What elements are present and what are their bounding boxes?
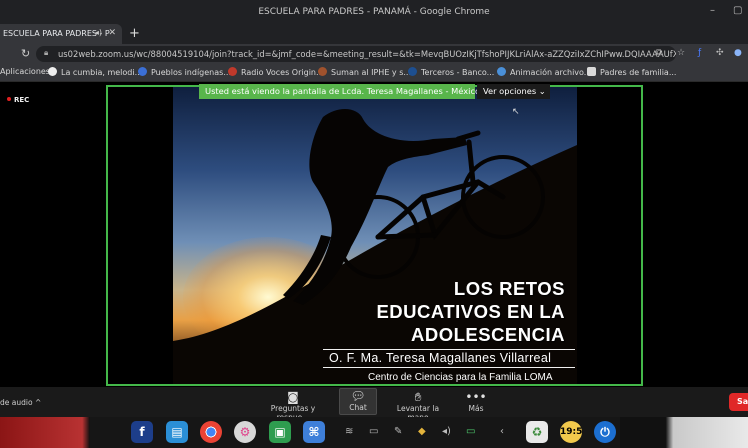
window-title: ESCUELA PARA PADRES - PANAMÁ - Google Ch…: [258, 7, 490, 17]
presentation-slide: LOS RETOS EDUCATIVOS EN LA ADOLESCENCIA …: [173, 87, 577, 384]
settings-gear-icon[interactable]: ⚙: [234, 421, 256, 443]
puzzle-icon[interactable]: ✣: [716, 48, 724, 58]
bookmark-item[interactable]: Pueblos indígenas...: [138, 67, 231, 77]
chevron-up-icon: ^: [34, 398, 42, 407]
bookmark-item[interactable]: Radio Voces Origin...: [228, 67, 324, 77]
trash-icon[interactable]: ♻: [526, 421, 548, 443]
bookmark-favicon-icon: [587, 67, 596, 76]
slide-divider: [323, 349, 575, 350]
chevron-down-icon: ⌄: [538, 86, 546, 96]
translate-icon[interactable]: ⧉: [656, 48, 662, 58]
camera-icon: ◙: [287, 390, 299, 404]
extension-f-icon[interactable]: ƒ: [698, 48, 701, 58]
clock-widget[interactable]: 19:5: [560, 421, 582, 443]
leave-button[interactable]: Sal: [729, 393, 748, 411]
speaker-icon[interactable]: ◂): [95, 28, 102, 37]
bookmark-item[interactable]: Animación archivo...: [497, 67, 591, 77]
bookmark-favicon-icon: [138, 67, 147, 76]
fedora-icon[interactable]: f: [131, 421, 153, 443]
chip-icon[interactable]: ⌘: [303, 421, 325, 443]
window-titlebar: ESCUELA PARA PADRES - PANAMÁ - Google Ch…: [0, 0, 748, 24]
slide-title-line-1: LOS RETOS: [453, 278, 565, 299]
bookmark-item[interactable]: Terceros - Banco...: [408, 67, 494, 77]
view-options-button[interactable]: Ver opciones ⌄: [477, 84, 550, 99]
chat-button[interactable]: 💬︎ Chat: [339, 388, 377, 415]
bookmark-favicon-icon: [318, 67, 327, 76]
screen-share-banner: Usted está viendo la pantalla de Lcda. T…: [199, 84, 480, 99]
window-icon[interactable]: ▭: [369, 426, 378, 437]
more-button[interactable]: ••• Más: [462, 390, 490, 413]
pen-icon[interactable]: ✎: [394, 426, 402, 437]
reload-icon[interactable]: ↻: [21, 47, 30, 60]
hand-icon: ✋︎: [414, 390, 422, 404]
power-icon[interactable]: ⏻: [594, 421, 616, 443]
mouse-cursor-icon: ↖: [512, 107, 520, 117]
tab-label: ESCUELA PARA PADRES - P: [3, 29, 110, 38]
address-url: us02web.zoom.us/wc/88004519104/join?trac…: [58, 49, 676, 59]
slide-author: O. F. Ma. Teresa Magallanes Villarreal: [329, 351, 552, 365]
bookmark-favicon-icon: [48, 67, 57, 76]
audio-menu[interactable]: de audio ^: [0, 398, 41, 407]
os-taskbar: f ▤ ⚙ ▣ ⌘ ≋ ▭ ✎ ◆ ◂) ▭ ‹ ♻ 19:5 ⏻: [0, 417, 748, 448]
bookmark-apps[interactable]: Aplicaciones: [0, 67, 50, 76]
meeting-controls: de audio ^ ◙ Preguntas y respue... 💬︎ Ch…: [0, 387, 748, 422]
slide-title-line-2: EDUCATIVOS EN LA: [376, 301, 565, 322]
slide-organization: Centro de Ciencias para la Familia LOMA: [368, 372, 553, 383]
wifi-icon[interactable]: ≋: [345, 426, 353, 437]
meeting-stage: REC LOS RETOS EDUCATIVOS EN LA ADOLESCEN…: [0, 82, 748, 387]
bookmark-item[interactable]: Suman al IPHE y s...: [318, 67, 411, 77]
shared-screen: LOS RETOS EDUCATIVOS EN LA ADOLESCENCIA …: [106, 85, 643, 386]
bookmarks-bar: Aplicaciones La cumbia, melodi... Pueblo…: [0, 64, 748, 82]
battery-icon[interactable]: ▭: [466, 426, 475, 437]
browser-toolbar: ↻ 🔒︎ us02web.zoom.us/wc/88004519104/join…: [0, 44, 748, 64]
bookmark-star-icon[interactable]: ☆: [677, 48, 685, 58]
chrome-icon[interactable]: [200, 421, 222, 443]
lock-icon: 🔒︎: [44, 48, 49, 57]
browser-tab[interactable]: ESCUELA PARA PADRES - P ◂) ✕: [0, 24, 122, 44]
chat-bubble-icon: 💬︎: [350, 389, 366, 403]
notes-icon[interactable]: ▣: [269, 421, 291, 443]
address-bar[interactable]: 🔒︎ us02web.zoom.us/wc/88004519104/join?t…: [36, 46, 676, 62]
maximize-icon[interactable]: ▢: [733, 5, 742, 16]
minimize-icon[interactable]: –: [710, 5, 715, 16]
files-icon[interactable]: ▤: [166, 421, 188, 443]
slide-title-line-3: ADOLESCENCIA: [410, 324, 565, 345]
volume-icon[interactable]: ◂): [442, 426, 451, 437]
bookmark-favicon-icon: [408, 67, 417, 76]
tab-strip: ESCUELA PARA PADRES - P ◂) ✕ +: [0, 24, 748, 44]
bookmark-favicon-icon: [228, 67, 237, 76]
profile-avatar-icon[interactable]: ●: [734, 48, 742, 58]
slide-divider: [323, 367, 575, 368]
close-tab-icon[interactable]: ✕: [108, 28, 116, 38]
new-tab-icon[interactable]: +: [129, 26, 140, 41]
bookmark-item[interactable]: Padres de familia...: [587, 67, 676, 77]
record-dot-icon: [7, 97, 11, 101]
ellipsis-icon: •••: [465, 390, 487, 404]
bookmark-item[interactable]: La cumbia, melodi...: [48, 67, 142, 77]
recording-indicator: REC: [7, 96, 29, 104]
bookmark-favicon-icon: [497, 67, 506, 76]
chevron-left-icon[interactable]: ‹: [500, 426, 504, 437]
package-icon[interactable]: ◆: [418, 426, 426, 437]
